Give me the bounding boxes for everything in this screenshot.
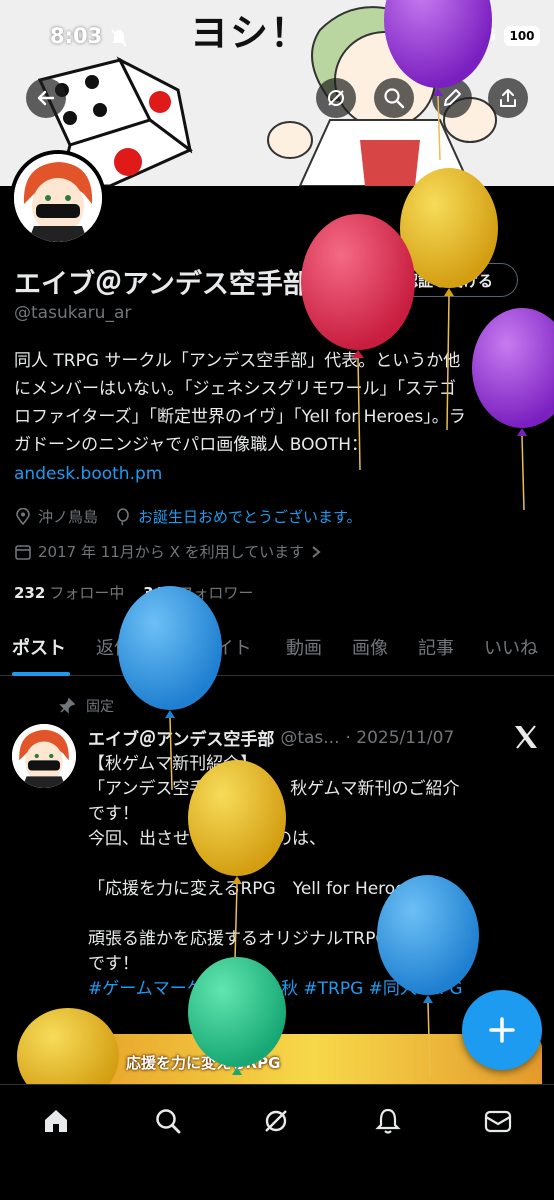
pencil-icon (444, 89, 461, 106)
network-type: 4G (470, 26, 496, 46)
nav-notifications[interactable] (368, 1101, 408, 1141)
grok-button[interactable] (316, 78, 356, 118)
banner-text: ヨシ！ (190, 11, 311, 55)
post-line (88, 852, 544, 877)
post-line: 今回、出させていただくのは、 (88, 829, 326, 849)
share-button[interactable] (488, 78, 528, 118)
mail-icon (484, 1110, 512, 1133)
bottom-navigation (0, 1084, 554, 1200)
bio-line: ガドーンのニンジャでパロ画像職人 BOOTH： (14, 435, 368, 455)
following-link[interactable]: 232 フォロー中 (14, 584, 124, 602)
muted-bell-icon (111, 29, 127, 47)
profile-meta-row: 沖ノ鳥島 お誕生日おめでとうございます。 (14, 506, 362, 527)
profile-handle: @tasukaru_ar (14, 303, 132, 323)
tab-articles[interactable]: 記事 (418, 634, 454, 660)
profile-name: エイブ＠アンデス空手部 (14, 269, 310, 300)
search-button[interactable] (374, 78, 414, 118)
tab-videos[interactable]: 動画 (286, 634, 322, 660)
bio-line: ロファイターズ」「断定世界のイヴ」「Yell for Heroes」。ラ (14, 407, 466, 427)
status-indicators: 4G 100 (440, 26, 540, 46)
bio-line: 同人 TRPG サークル「アンデス空手部」代表。というか他 (14, 351, 461, 371)
get-verified-button[interactable]: 認証を受ける (354, 263, 518, 297)
post-line: 【秋ゲムマ新刊紹介】 (88, 754, 258, 774)
post-line: です！ (88, 954, 139, 974)
location-icon (16, 507, 30, 525)
joined-row[interactable]: 2017 年 11月から X を利用しています (14, 541, 322, 562)
avatar-image (14, 154, 102, 242)
post-date: · 2025/11/07 (345, 727, 455, 748)
followers-count: 348 (143, 584, 175, 602)
bell-icon (375, 1108, 401, 1134)
pinned-label: 固定 (86, 699, 114, 715)
post-line: 「応援を力に変えるRPG Yell for Heroes」 (88, 879, 432, 899)
share-icon (500, 89, 516, 107)
post-author-name[interactable]: エイブ＠アンデス空手部 (88, 725, 274, 750)
compose-button[interactable] (462, 990, 542, 1070)
profile-tabs: ポスト 返信 ハイライト 動画 画像 記事 いいね (0, 620, 554, 676)
get-verified-label: 認証を受ける (402, 271, 493, 290)
pinned-indicator: 固定 (58, 696, 114, 716)
pin-icon (59, 697, 76, 714)
nav-messages[interactable] (478, 1101, 518, 1141)
tab-images[interactable]: 画像 (352, 634, 388, 660)
tab-posts[interactable]: ポスト (12, 634, 66, 660)
followers-link[interactable]: 348 フォロワー (143, 584, 253, 602)
search-icon (384, 88, 405, 109)
arrow-left-icon (37, 90, 55, 106)
search-icon (156, 1109, 181, 1134)
birthday-text[interactable]: お誕生日おめでとうございます。 (138, 506, 362, 527)
bio-link[interactable]: andesk.booth.pm (14, 464, 162, 484)
post-line: 頑張る誰かを応援するオリジナルTRPGシステム (88, 929, 457, 949)
edit-button[interactable] (432, 78, 472, 118)
active-tab-indicator (12, 672, 70, 676)
following-label: フォロー中 (49, 584, 125, 602)
followers-label: フォロワー (178, 584, 254, 602)
tab-replies[interactable]: 返信 (96, 634, 132, 660)
grok-icon (328, 90, 344, 106)
following-count: 232 (14, 584, 46, 602)
post-line: 「アンデス空手部」より、秋ゲムマ新刊のご紹介 (88, 779, 460, 799)
profile-bio: 同人 TRPG サークル「アンデス空手部」代表。というか他 にメンバーはいない。… (14, 347, 544, 459)
tab-highlights[interactable]: ハイライト (162, 634, 252, 660)
post-header: エイブ＠アンデス空手部 @tas... · 2025/11/07 (88, 725, 508, 751)
bio-line: にメンバーはいない。「ジェネシスグリモワール」「ステゴ (14, 379, 456, 399)
location-text: 沖ノ鳥島 (38, 508, 99, 526)
profile-avatar[interactable] (10, 150, 106, 246)
home-icon (45, 1110, 67, 1132)
back-button[interactable] (26, 78, 66, 118)
nav-home[interactable] (36, 1101, 76, 1141)
status-time: 8:03 (50, 24, 103, 48)
post-text: 【秋ゲムマ新刊紹介】 「アンデス空手部」より、秋ゲムマ新刊のご紹介 です！ 今回… (88, 752, 544, 1002)
post-line: です！ (88, 804, 139, 824)
grok-icon (265, 1110, 287, 1132)
balloon-icon (117, 507, 129, 525)
nav-grok[interactable] (256, 1101, 296, 1141)
plus-icon (489, 1017, 515, 1043)
joined-text: 2017 年 11月から X を利用しています (38, 543, 305, 561)
follow-stats: 232 フォロー中 348 フォロワー (14, 582, 253, 603)
post-author-handle: @tas... (280, 727, 340, 748)
signal-icon (440, 28, 463, 44)
avatar-image (12, 724, 76, 788)
tab-likes[interactable]: いいね (484, 634, 538, 660)
x-logo-icon[interactable] (513, 725, 539, 749)
media-title: 応援を力に変えるRPG (126, 1054, 281, 1072)
battery-indicator: 100 (504, 26, 540, 46)
post-line (88, 902, 544, 927)
verified-badge-icon (379, 272, 396, 288)
chevron-right-icon (312, 545, 321, 558)
calendar-icon (15, 544, 31, 560)
nav-search[interactable] (148, 1101, 188, 1141)
post-author-avatar[interactable] (12, 724, 76, 788)
